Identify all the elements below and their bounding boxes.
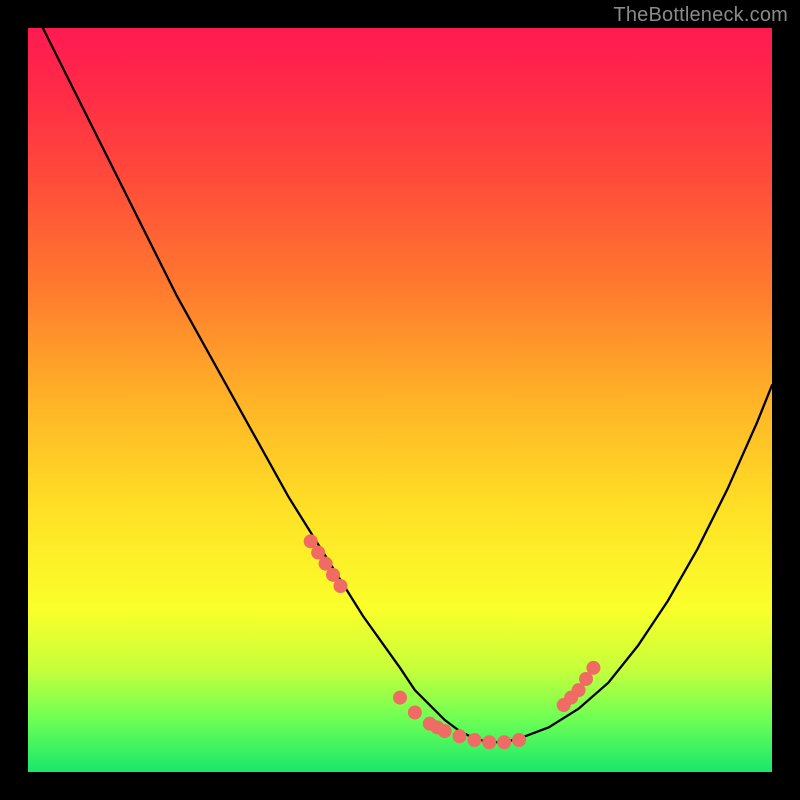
dot: [393, 691, 407, 705]
dot: [453, 729, 467, 743]
chart-frame: TheBottleneck.com: [0, 0, 800, 800]
watermark-text: TheBottleneck.com: [613, 4, 788, 27]
dot: [408, 705, 422, 719]
dot: [512, 733, 526, 747]
dot: [497, 735, 511, 749]
dot: [482, 735, 496, 749]
dot: [438, 724, 452, 738]
chart-svg: [28, 28, 772, 772]
dot: [586, 661, 600, 675]
dot: [467, 733, 481, 747]
highlight-dots: [304, 534, 601, 749]
dot: [333, 579, 347, 593]
bottleneck-curve: [43, 28, 772, 742]
